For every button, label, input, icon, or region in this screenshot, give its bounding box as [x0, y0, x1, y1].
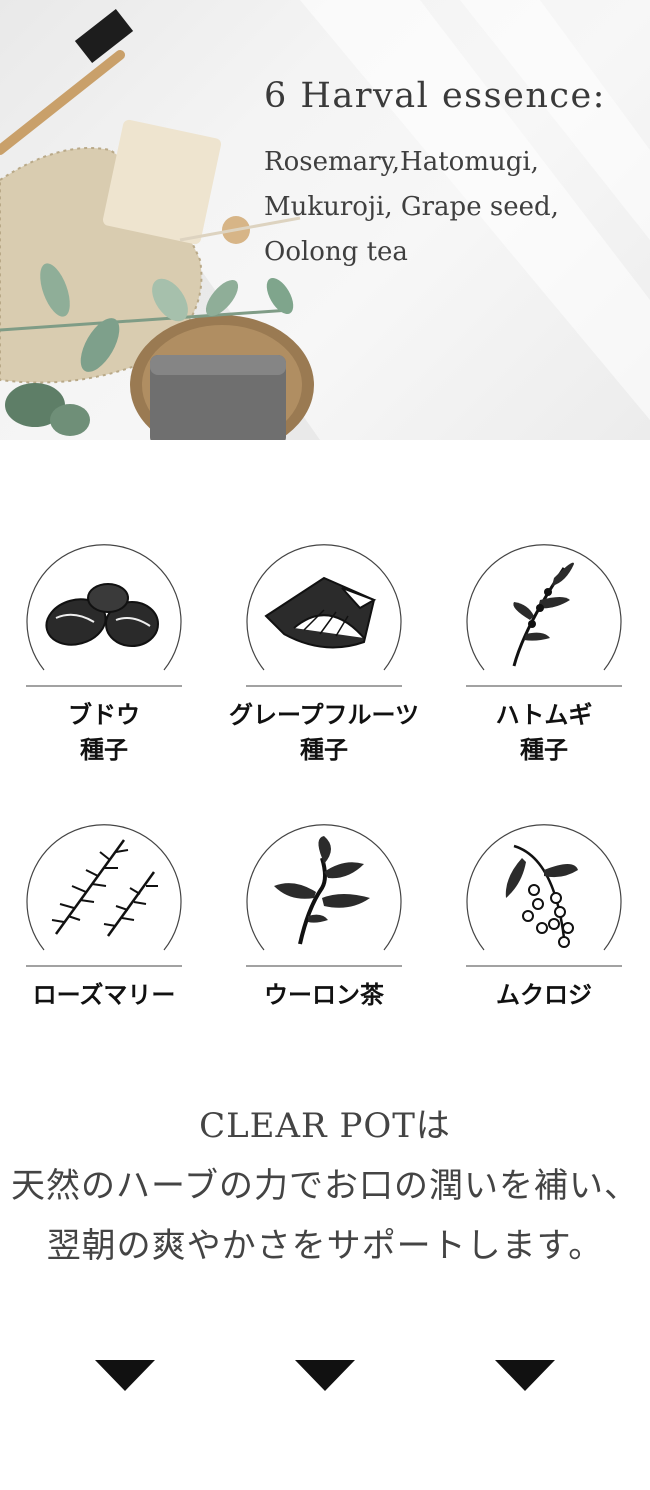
herb-label-line: 種子: [520, 736, 568, 764]
rosemary-icon: [51, 839, 158, 937]
hero-ingredient-line: Mukuroji, Grape seed,: [264, 192, 559, 222]
hero-banner: 6 Harval essence: Rosemary,Hatomugi, Muk…: [0, 0, 650, 440]
hero-ingredient-line: Rosemary,Hatomugi,: [264, 147, 539, 177]
herb-label: ハトムギ 種子: [414, 698, 650, 768]
down-arrow-icon: [295, 1360, 355, 1391]
herb-label: ムクロジ: [414, 978, 650, 1013]
message-line-3: 翌朝の爽やかさをサポートします。: [46, 1226, 604, 1266]
oolong-tea-icon: [274, 836, 370, 945]
down-arrow-icon: [95, 1360, 155, 1391]
herb-label-line: ムクロジ: [496, 981, 592, 1009]
message-line-2: 天然のハーブの力でお口の潤いを補い、: [11, 1166, 639, 1206]
hero-title: 6 Harval essence:: [264, 76, 606, 116]
mukuroji-icon: [505, 844, 578, 948]
herb-label-line: ハトムギ: [495, 701, 593, 729]
hero-ingredient-line: Oolong tea: [264, 237, 408, 267]
grapefruit-icon: [264, 576, 377, 649]
grape-seed-icon: [45, 583, 159, 647]
down-arrow-icon: [495, 1360, 555, 1391]
message-line-1: CLEAR POTは: [199, 1106, 451, 1146]
hero-ingredient-list: Rosemary,Hatomugi, Mukuroji, Grape seed,…: [264, 140, 559, 275]
hatomugi-icon: [512, 562, 574, 667]
